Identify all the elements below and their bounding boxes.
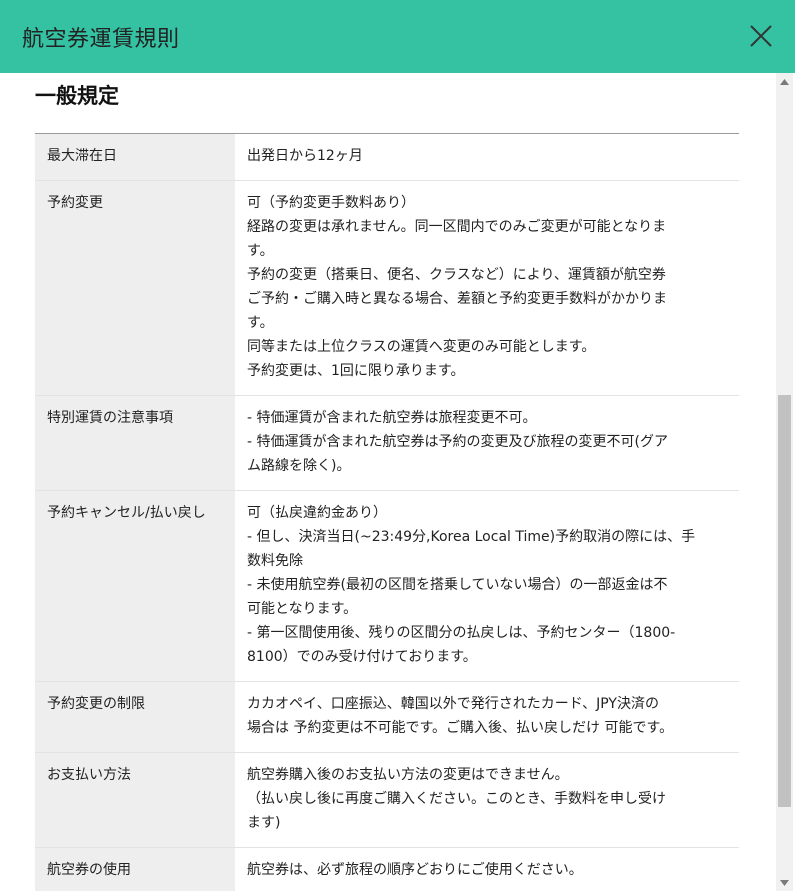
scroll-down-arrow-icon[interactable] bbox=[776, 874, 793, 891]
rule-row: 航空券の使用 航空券は、必ず旅程の順序どおりにご使用ください。 bbox=[35, 847, 739, 891]
rule-value: 可（払戻違約金あり） - 但し、決済当日(~23:49分,Korea Local … bbox=[235, 490, 739, 682]
rule-row: 予約キャンセル/払い戻し 可（払戻違約金あり） - 但し、決済当日(~23:49分,… bbox=[35, 490, 739, 682]
rule-value-line: 可能となります。 bbox=[247, 601, 358, 617]
rule-value-line: - 第一区間使用後、残りの区間分の払戻しは、予約センター（1800- bbox=[247, 625, 676, 641]
rule-value-line: 可（払戻違約金あり） bbox=[247, 505, 387, 521]
close-icon[interactable] bbox=[747, 22, 775, 50]
rule-label: 予約変更の制限 bbox=[35, 681, 235, 753]
rule-value-line: 同等または上位クラスの運賃へ変更のみ可能とします。 bbox=[247, 339, 596, 355]
rule-label: 最大滞在日 bbox=[35, 134, 235, 181]
rule-value-line: - 特価運賃が含まれた航空券は予約の変更及び旅程の変更不可(グア bbox=[247, 434, 668, 450]
modal-body: 一般規定 最大滞在日 出発日から12ヶ月 予約変更 可（予約変更手数料あり） 経路の変更… bbox=[0, 73, 795, 891]
rule-label: 予約変更 bbox=[35, 180, 235, 396]
rule-row: 特別運賃の注意事項 - 特価運賃が含まれた航空券は旅程変更不可。 - 特価運賃が含ま… bbox=[35, 395, 739, 491]
rule-value-line: ます) bbox=[247, 815, 281, 831]
scrollbar[interactable] bbox=[776, 73, 793, 891]
rule-value-line: （払い戻し後に再度ご購入ください。このとき、手数料を申し受け bbox=[247, 791, 667, 807]
rule-row: 最大滞在日 出発日から12ヶ月 bbox=[35, 134, 739, 181]
rule-value-line: カカオペイ、口座振込、韓国以外で発行されたカード、JPY決済の bbox=[247, 696, 659, 712]
rule-value-line: 可（予約変更手数料あり） bbox=[247, 195, 415, 211]
rule-value: - 特価運賃が含まれた航空券は旅程変更不可。 - 特価運賃が含まれた航空券は予約の… bbox=[235, 395, 739, 491]
rule-value: 出発日から12ヶ月 bbox=[235, 134, 739, 181]
section-title: 一般規定 bbox=[35, 73, 739, 134]
rule-row: 予約変更 可（予約変更手数料あり） 経路の変更は承れません。同一区間内でのみご変更が… bbox=[35, 180, 739, 396]
rule-value-line: 航空券は、必ず旅程の順序どおりにご使用ください。 bbox=[247, 862, 583, 878]
rule-value-line: 8100）でのみ受け付けております。 bbox=[247, 649, 477, 665]
rule-value-line: 航空券購入後のお支払い方法の変更はできません。 bbox=[247, 767, 569, 783]
rule-value-line: - 未使用航空券(最初の区間を搭乗していない場合）の一部返金は不 bbox=[247, 577, 668, 593]
rule-value-line: - 但し、決済当日(~23:49分,Korea Local Time)予約取消の… bbox=[247, 529, 696, 545]
rule-value-line: ご予約・ご購入時と異なる場合、差額と予約変更手数料がかかりま bbox=[247, 291, 667, 307]
rule-value: 可（予約変更手数料あり） 経路の変更は承れません。同一区間内でのみご変更が可能とな… bbox=[235, 180, 739, 396]
rule-value-line: す。 bbox=[247, 243, 274, 259]
rules-content: 一般規定 最大滞在日 出発日から12ヶ月 予約変更 可（予約変更手数料あり） 経路の変更… bbox=[35, 73, 739, 891]
rule-value: 航空券購入後のお支払い方法の変更はできません。 （払い戻し後に再度ご購入ください。… bbox=[235, 752, 739, 848]
scroll-up-arrow-icon[interactable] bbox=[776, 73, 793, 90]
rule-value-line: 経路の変更は承れません。同一区間内でのみご変更が可能となりま bbox=[247, 219, 667, 235]
rule-value-line: す。 bbox=[247, 315, 274, 331]
rule-value-line: 予約変更は、1回に限り承ります。 bbox=[247, 363, 465, 379]
modal-header: 航空券運賃規則 bbox=[0, 0, 795, 73]
rule-label: 予約キャンセル/払い戻し bbox=[35, 490, 235, 682]
rules-table: 最大滞在日 出発日から12ヶ月 予約変更 可（予約変更手数料あり） 経路の変更は承れませ… bbox=[35, 134, 739, 891]
modal-title: 航空券運賃規則 bbox=[22, 26, 180, 52]
rule-value-line: ム路線を除く)。 bbox=[247, 458, 351, 474]
rule-value-line: - 特価運賃が含まれた航空券は旅程変更不可。 bbox=[247, 410, 537, 426]
rule-value-line: 予約の変更（搭乗日、便名、クラスなど）により、運賃額が航空券 bbox=[247, 267, 666, 283]
rule-row: 予約変更の制限 カカオペイ、口座振込、韓国以外で発行されたカード、JPY決済の 場合… bbox=[35, 681, 739, 753]
rule-value-line: 場合は 予約変更は不可能です。ご購入後、払い戻しだけ 可能です。 bbox=[247, 720, 674, 736]
rule-label: 特別運賃の注意事項 bbox=[35, 395, 235, 491]
rule-label: お支払い方法 bbox=[35, 752, 235, 848]
rule-label: 航空券の使用 bbox=[35, 847, 235, 891]
rule-value-line: 数料免除 bbox=[247, 553, 303, 569]
scrollbar-thumb[interactable] bbox=[778, 395, 791, 807]
rule-value: カカオペイ、口座振込、韓国以外で発行されたカード、JPY決済の 場合は 予約変更は… bbox=[235, 681, 739, 753]
rule-value: 航空券は、必ず旅程の順序どおりにご使用ください。 bbox=[235, 847, 739, 891]
fare-rules-modal: 航空券運賃規則 一般規定 最大滞在日 出発日から12ヶ月 予約変更 可（予約変更手数料… bbox=[0, 0, 795, 891]
rule-value-line: 出発日から12ヶ月 bbox=[247, 148, 363, 164]
rule-row: お支払い方法 航空券購入後のお支払い方法の変更はできません。 （払い戻し後に再度ご購… bbox=[35, 752, 739, 848]
